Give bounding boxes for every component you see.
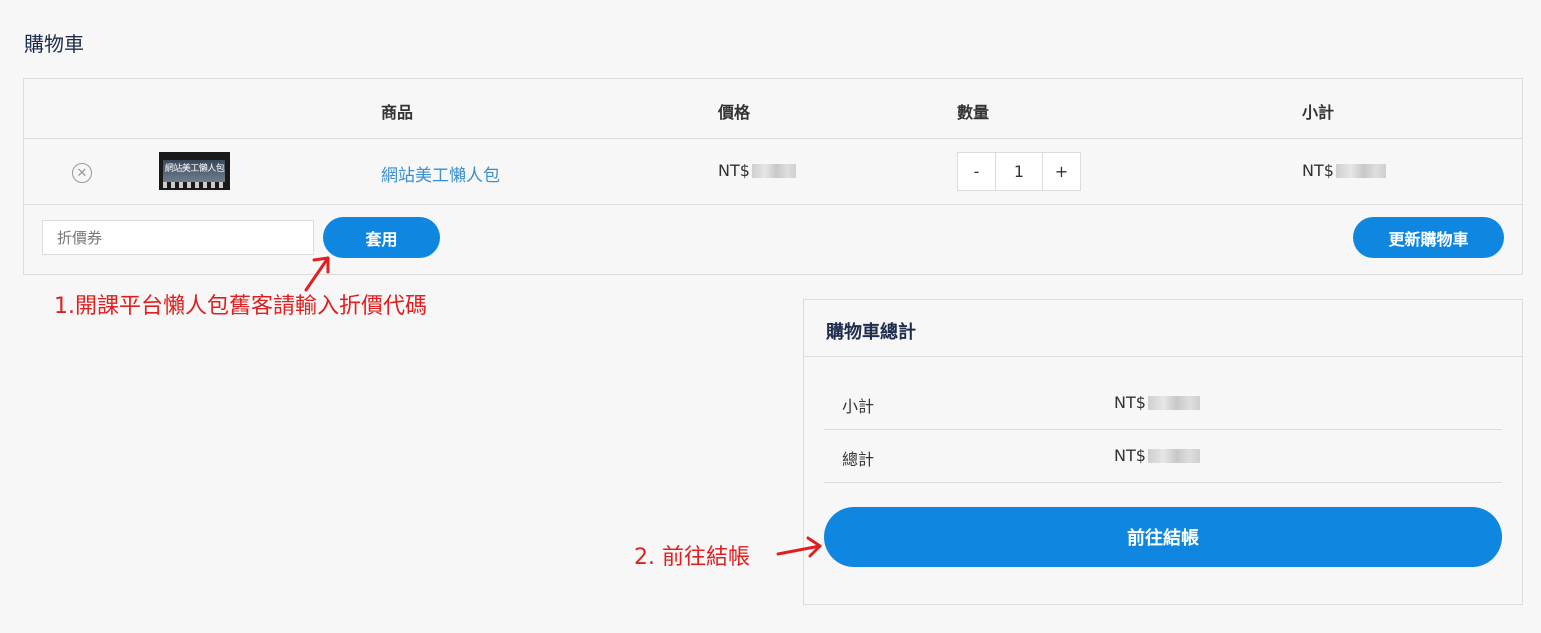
totals-total-value: NT$ <box>1114 446 1200 465</box>
totals-total-row: 總計 NT$ <box>824 431 1502 483</box>
coupon-row: 套用 更新購物車 <box>24 205 1522 275</box>
thumbnail-label: 網站美工懶人包 <box>164 164 225 174</box>
arrow-icon <box>776 536 822 558</box>
cart-table: 商品 價格 數量 小計 ✕ 網站美工懶人包 網站美工懶人包 NT$ - 1 + … <box>23 78 1523 275</box>
blurred-subtotal-value <box>1335 163 1386 178</box>
totals-total-prefix: NT$ <box>1114 446 1146 465</box>
totals-divider <box>804 356 1522 357</box>
cart-header-row: 商品 價格 數量 小計 <box>24 79 1522 139</box>
product-name-link[interactable]: 網站美工懶人包 <box>381 161 500 186</box>
totals-title: 購物車總計 <box>826 322 916 343</box>
coupon-input[interactable] <box>42 220 314 255</box>
item-price: NT$ <box>718 161 796 180</box>
header-quantity: 數量 <box>957 103 990 122</box>
qty-decrement-button[interactable]: - <box>958 153 996 190</box>
totals-subtotal-row: 小計 NT$ <box>824 378 1502 430</box>
update-cart-button[interactable]: 更新購物車 <box>1353 217 1504 258</box>
checkout-button[interactable]: 前往結帳 <box>824 507 1502 567</box>
annotation-step2: 2. 前往結帳 <box>634 545 750 570</box>
totals-subtotal-label: 小計 <box>842 397 875 416</box>
page-title: 購物車 <box>24 32 84 56</box>
qty-increment-button[interactable]: + <box>1042 153 1080 190</box>
price-prefix: NT$ <box>718 161 750 180</box>
totals-subtotal-value: NT$ <box>1114 393 1200 412</box>
item-subtotal: NT$ <box>1302 161 1386 180</box>
totals-total-label: 總計 <box>842 450 875 469</box>
qty-value[interactable]: 1 <box>996 153 1042 190</box>
quantity-stepper: - 1 + <box>957 152 1081 191</box>
cart-item-row: ✕ 網站美工懶人包 網站美工懶人包 NT$ - 1 + NT$ <box>24 139 1522 205</box>
remove-circle-icon[interactable]: ✕ <box>72 163 92 183</box>
product-thumbnail[interactable]: 網站美工懶人包 <box>159 152 230 190</box>
header-product: 商品 <box>381 103 414 122</box>
blurred-totals-subtotal <box>1147 395 1200 410</box>
annotation-step1: 1.開課平台懶人包舊客請輸入折價代碼 <box>54 294 427 319</box>
apply-coupon-button[interactable]: 套用 <box>323 217 440 258</box>
header-price: 價格 <box>718 103 751 122</box>
totals-subtotal-prefix: NT$ <box>1114 393 1146 412</box>
blurred-totals-total <box>1147 448 1200 463</box>
blurred-price-value <box>751 163 796 178</box>
cart-totals-panel: 購物車總計 小計 NT$ 總計 NT$ 前往結帳 <box>803 299 1523 605</box>
subtotal-prefix: NT$ <box>1302 161 1334 180</box>
header-subtotal: 小計 <box>1302 103 1335 122</box>
